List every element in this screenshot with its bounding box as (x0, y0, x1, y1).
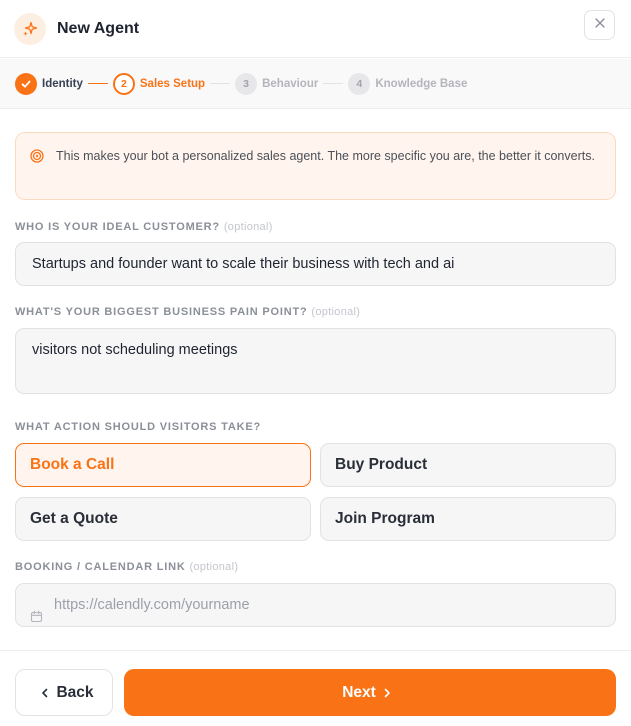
calendar-icon (30, 598, 43, 640)
close-icon (594, 16, 606, 34)
chevron-left-icon (40, 688, 50, 698)
back-button[interactable]: Back (15, 669, 113, 716)
optional-tag: (optional) (311, 306, 361, 318)
ideal-customer-input[interactable]: Startups and founder want to scale their… (15, 242, 616, 286)
optional-tag: (optional) (189, 561, 239, 573)
pain-point-label: WHAT'S YOUR BIGGEST BUSINESS PAIN POINT?… (15, 306, 361, 318)
booking-link-label: BOOKING / CALENDAR LINK (optional) (15, 561, 239, 573)
step-label: Identity (42, 77, 83, 90)
step-connector (210, 83, 231, 84)
target-icon (30, 149, 44, 169)
footer-divider (0, 650, 631, 651)
sparkles-icon (14, 12, 46, 45)
step-connector (323, 83, 344, 84)
modal-title: New Agent (57, 19, 140, 37)
option-book-a-call[interactable]: Book a Call (15, 443, 311, 487)
info-banner-text: This makes your bot a personalized sales… (56, 149, 595, 163)
step-identity[interactable]: Identity (15, 72, 83, 95)
step-label: Sales Setup (139, 77, 206, 90)
step-behaviour[interactable]: 3 Behaviour (235, 72, 319, 95)
step-sales-setup[interactable]: 2 Sales Setup (112, 72, 206, 95)
step-number: 4 (348, 72, 371, 95)
next-button-label: Next (342, 683, 376, 701)
step-label: Behaviour (262, 77, 319, 90)
option-get-a-quote[interactable]: Get a Quote (15, 497, 311, 541)
step-label: Knowledge Base (375, 77, 468, 90)
option-join-program[interactable]: Join Program (320, 497, 616, 541)
step-number: 2 (112, 72, 135, 95)
optional-tag: (optional) (223, 221, 273, 233)
option-buy-product[interactable]: Buy Product (320, 443, 616, 487)
close-button[interactable] (584, 10, 615, 40)
step-connector (87, 83, 108, 84)
check-icon (15, 72, 37, 95)
info-banner: This makes your bot a personalized sales… (15, 132, 616, 200)
booking-link-input[interactable]: https://calendly.com/yourname (15, 583, 616, 627)
modal-header: New Agent (0, 0, 631, 58)
next-button[interactable]: Next (124, 669, 616, 716)
action-label: WHAT ACTION SHOULD VISITORS TAKE? (15, 421, 261, 433)
step-number: 3 (235, 72, 258, 95)
ideal-customer-label: WHO IS YOUR IDEAL CUSTOMER? (optional) (15, 221, 273, 233)
back-button-label: Back (56, 683, 94, 701)
stepper: Identity 2 Sales Setup 3 Behaviour 4 Kno… (0, 59, 631, 109)
chevron-right-icon (382, 688, 392, 698)
step-knowledge-base[interactable]: 4 Knowledge Base (348, 72, 468, 95)
booking-link-placeholder: https://calendly.com/yourname (54, 597, 250, 613)
pain-point-textarea[interactable]: visitors not scheduling meetings (15, 328, 616, 394)
